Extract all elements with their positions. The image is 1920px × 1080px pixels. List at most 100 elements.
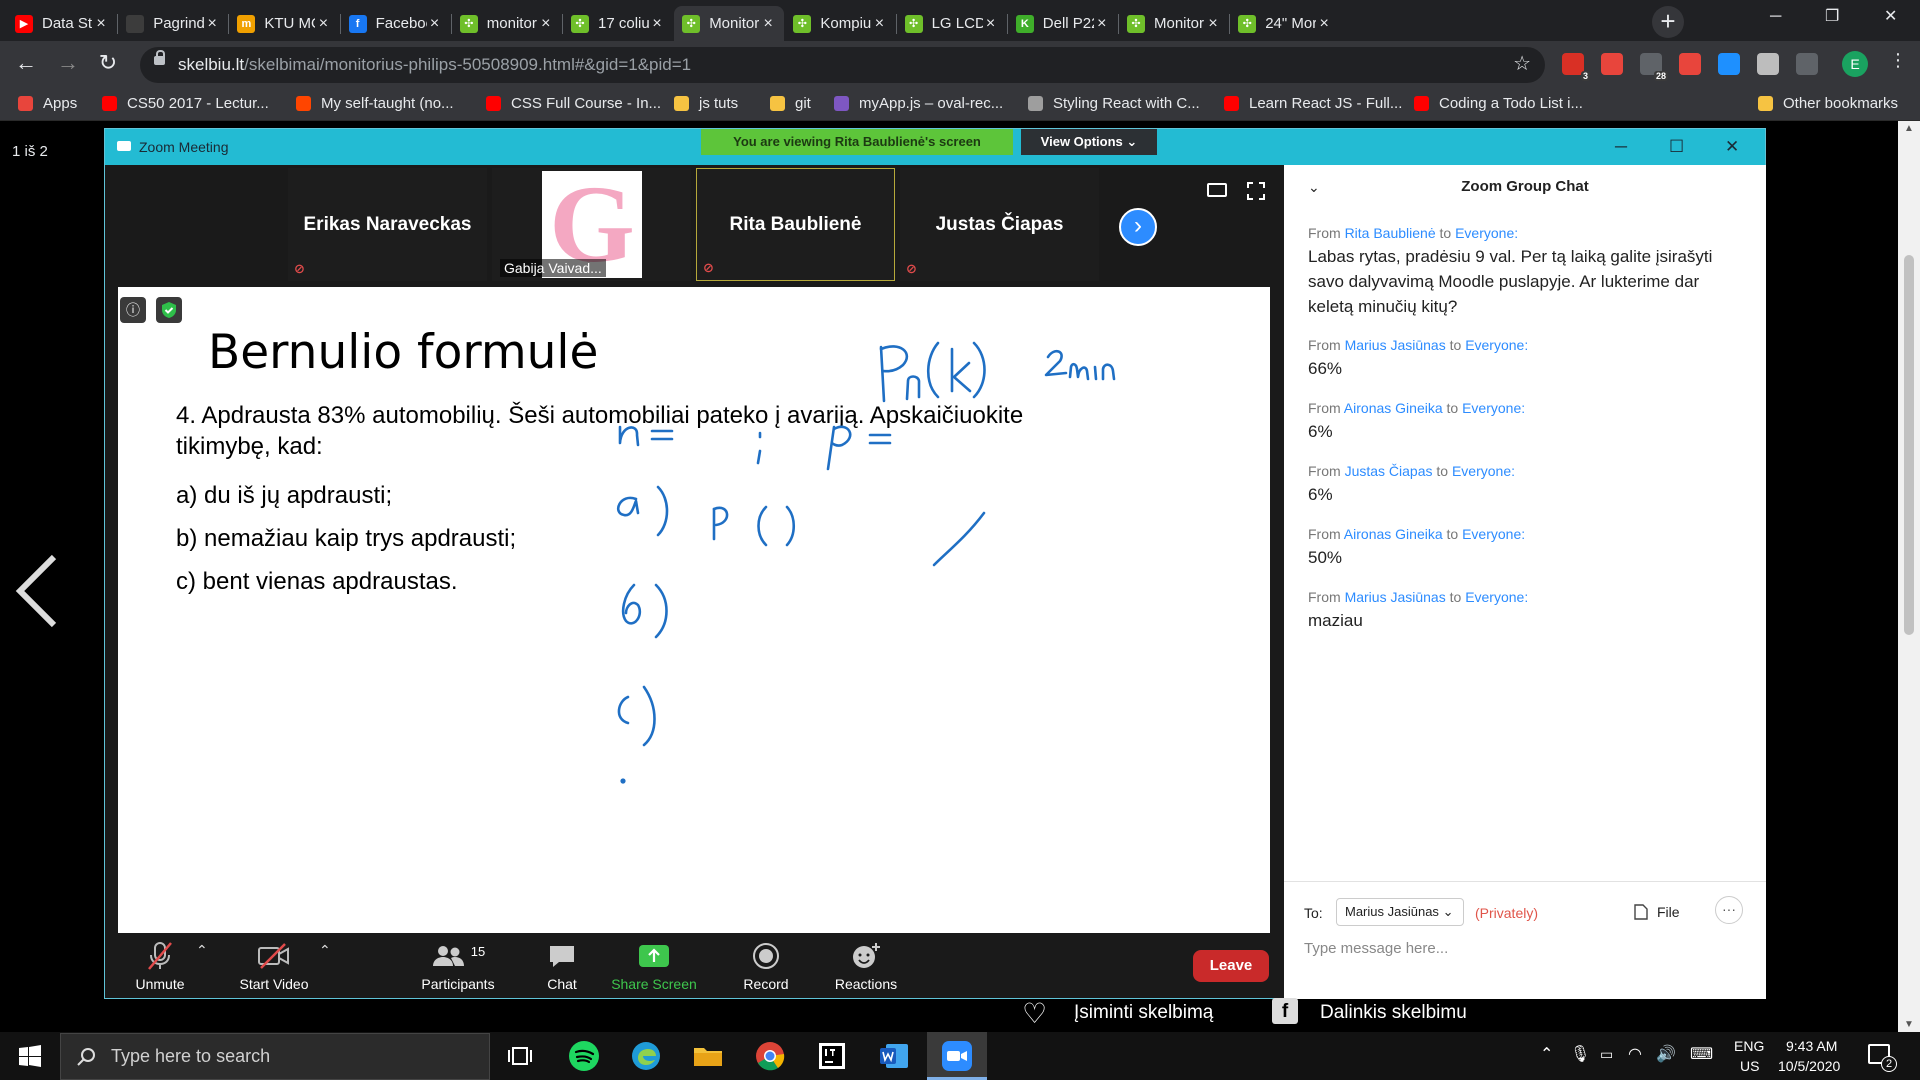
save-listing-link[interactable]: Įsiminti skelbimą xyxy=(1074,1002,1213,1024)
participants-button[interactable]: 15 Participants xyxy=(403,940,513,993)
close-tab-icon[interactable]: × xyxy=(871,15,887,33)
bookmark-item[interactable]: git xyxy=(770,95,811,112)
keyboard-icon[interactable]: ⌨ xyxy=(1690,1044,1713,1064)
address-bar[interactable]: skelbiu.lt/skelbimai/monitorius-philips-… xyxy=(140,47,1545,83)
participant-tile[interactable]: Erikas Naraveckas ⊘ xyxy=(288,168,487,281)
word-icon[interactable] xyxy=(878,1040,910,1072)
recipient-name[interactable]: Everyone: xyxy=(1452,463,1515,479)
input-language-bottom[interactable]: US xyxy=(1740,1058,1759,1074)
sender-name[interactable]: Aironas Gineika xyxy=(1344,400,1443,416)
volume-icon[interactable]: 🔊 xyxy=(1656,1044,1676,1064)
profile-avatar[interactable]: E xyxy=(1842,51,1868,77)
browser-tab[interactable]: Pagrindi × xyxy=(118,6,228,41)
video-options-caret-icon[interactable]: ⌃ xyxy=(319,942,331,959)
clock-time[interactable]: 9:43 AM xyxy=(1786,1038,1837,1054)
task-view-icon[interactable] xyxy=(505,1040,537,1072)
chrome-icon[interactable] xyxy=(754,1040,786,1072)
bookmark-item[interactable]: Learn React JS - Full... xyxy=(1224,95,1402,112)
restore-window-icon[interactable]: ❐ xyxy=(1825,6,1839,26)
bookmark-item[interactable]: CS50 2017 - Lectur... xyxy=(102,95,269,112)
taskbar-search-box[interactable]: Type here to search xyxy=(60,1033,490,1080)
zoom-close-icon[interactable]: ✕ xyxy=(1725,137,1739,157)
adblock-icon[interactable]: 3 xyxy=(1562,53,1590,81)
clock-date[interactable]: 10/5/2020 xyxy=(1778,1058,1840,1074)
bookmark-item[interactable]: My self-taught (no... xyxy=(296,95,454,112)
close-tab-icon[interactable]: × xyxy=(983,15,999,33)
forward-icon[interactable]: → xyxy=(54,50,82,76)
wifi-icon[interactable]: ◠ xyxy=(1628,1044,1642,1064)
battery-icon[interactable]: ▭ xyxy=(1600,1046,1613,1063)
next-participants-button[interactable]: › xyxy=(1119,208,1157,246)
browser-tab[interactable]: ✣ LG LCD × xyxy=(897,6,1007,41)
browser-tab[interactable]: ✣ 17 coliu × xyxy=(563,6,673,41)
audio-options-caret-icon[interactable]: ⌃ xyxy=(196,942,208,959)
browser-tab[interactable]: m KTU MO× xyxy=(229,6,339,41)
recipient-name[interactable]: Everyone: xyxy=(1462,400,1525,416)
edge-icon[interactable] xyxy=(630,1040,662,1072)
close-tab-icon[interactable]: × xyxy=(760,15,776,33)
zoom-minimize-icon[interactable]: ─ xyxy=(1615,137,1627,157)
leave-meeting-button[interactable]: Leave xyxy=(1193,950,1269,982)
close-tab-icon[interactable]: × xyxy=(315,15,331,33)
zoom-taskbar-button[interactable] xyxy=(927,1032,987,1080)
scrollbar-thumb[interactable] xyxy=(1904,255,1914,635)
back-icon[interactable]: ← xyxy=(12,50,40,76)
share-screen-button[interactable]: Share Screen xyxy=(599,940,709,992)
file-explorer-icon[interactable] xyxy=(692,1040,724,1072)
microphone-tray-icon[interactable]: 🎙 xyxy=(1570,1044,1590,1064)
gallery-toggle-icon[interactable] xyxy=(1207,183,1227,197)
minimize-window-icon[interactable]: ─ xyxy=(1770,8,1781,26)
browser-tab[interactable]: ✣ 24" Mor × xyxy=(1230,6,1340,41)
pdf-icon[interactable] xyxy=(1601,53,1623,75)
close-tab-icon[interactable]: × xyxy=(93,15,109,33)
participant-tile[interactable]: Rita Baublienė ⊘ xyxy=(696,168,895,281)
browser-tab[interactable]: K Dell P22× xyxy=(1008,6,1118,41)
participant-tile[interactable]: G Gabija Vaivad... xyxy=(492,163,691,285)
db-icon[interactable] xyxy=(1757,53,1779,75)
reactions-button[interactable]: Reactions xyxy=(811,940,921,992)
page-scrollbar[interactable]: ▲ ▼ xyxy=(1898,121,1920,1032)
collapse-chat-chevron-icon[interactable]: ⌄ xyxy=(1308,165,1320,209)
browser-tab[interactable]: ✣ Monitor × xyxy=(674,6,785,41)
file-button[interactable]: File xyxy=(1634,904,1680,920)
windows-start-icon[interactable] xyxy=(19,1045,41,1067)
mail-icon[interactable]: 28 xyxy=(1640,53,1668,81)
recipient-name[interactable]: Everyone: xyxy=(1465,337,1528,353)
recipient-name[interactable]: Everyone: xyxy=(1455,225,1518,241)
facebook-icon[interactable]: f xyxy=(1272,998,1298,1024)
other-bookmarks[interactable]: Other bookmarks xyxy=(1758,95,1898,112)
close-window-icon[interactable]: ✕ xyxy=(1884,6,1897,26)
bookmark-item[interactable]: myApp.js – oval-rec... xyxy=(834,95,1003,112)
intellij-icon[interactable] xyxy=(816,1040,848,1072)
close-tab-icon[interactable]: × xyxy=(538,15,554,33)
recipient-name[interactable]: Everyone: xyxy=(1465,589,1528,605)
browser-tab[interactable]: ✣ monitor × xyxy=(452,6,562,41)
more-options-icon[interactable]: ··· xyxy=(1715,896,1743,924)
browser-tab[interactable]: f Faceboo× xyxy=(341,6,451,41)
puzzle-icon[interactable] xyxy=(1796,53,1818,75)
sender-name[interactable]: Marius Jasiūnas xyxy=(1345,589,1446,605)
share-listing-link[interactable]: Dalinkis skelbimu xyxy=(1320,1002,1467,1024)
recipient-select[interactable]: Marius Jasiūnas ⌄ xyxy=(1336,898,1464,926)
bookmark-item[interactable]: CSS Full Course - In... xyxy=(486,95,661,112)
scroll-down-icon[interactable]: ▼ xyxy=(1904,1019,1914,1030)
close-tab-icon[interactable]: × xyxy=(1205,15,1221,33)
close-tab-icon[interactable]: × xyxy=(649,15,665,33)
sender-name[interactable]: Rita Baublienė xyxy=(1345,225,1436,241)
input-language-top[interactable]: ENG xyxy=(1734,1038,1764,1054)
reload-icon[interactable]: ↻ xyxy=(94,50,122,76)
close-tab-icon[interactable]: × xyxy=(1094,15,1110,33)
record-button[interactable]: Record xyxy=(711,940,821,992)
previous-image-arrow-icon[interactable] xyxy=(14,553,74,629)
view-options-button[interactable]: View Options ⌄ xyxy=(1021,129,1157,155)
bookmark-item[interactable]: Coding a Todo List i... xyxy=(1414,95,1583,112)
bookmark-item[interactable]: js tuts xyxy=(674,95,738,112)
participant-tile[interactable]: Justas Čiapas ⊘ xyxy=(900,168,1099,281)
browser-tab[interactable]: ✣ Kompiut × xyxy=(785,6,895,41)
recipient-name[interactable]: Everyone: xyxy=(1462,526,1525,542)
close-tab-icon[interactable]: × xyxy=(204,15,220,33)
vpn-icon[interactable] xyxy=(1718,53,1740,75)
close-tab-icon[interactable]: × xyxy=(427,15,443,33)
spotify-icon[interactable] xyxy=(568,1040,600,1072)
bookmark-star-icon[interactable]: ☆ xyxy=(1513,51,1531,76)
